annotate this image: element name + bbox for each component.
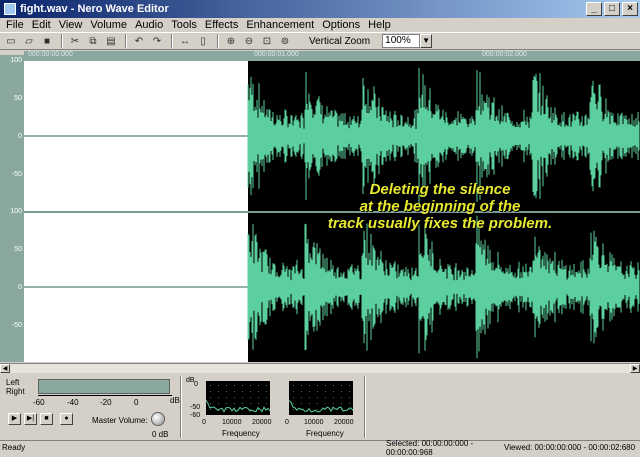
meter-scale-label: 0 [134, 398, 139, 407]
y-tick: 0 [18, 284, 22, 291]
toolbar-separator [217, 34, 219, 48]
zoom-out-icon[interactable]: ⊖ [241, 34, 257, 48]
play-icon[interactable]: ▶ [8, 413, 21, 425]
status-ready: Ready [2, 443, 26, 452]
spectrum-x-tick: 20000 [334, 419, 354, 426]
scroll-right-icon[interactable]: ▶ [630, 364, 640, 373]
play-selection-icon[interactable]: ▶| [24, 413, 37, 425]
undo-icon[interactable]: ↶ [131, 34, 147, 48]
meter-scale-label: -60 [33, 398, 45, 407]
master-volume-knob[interactable] [151, 412, 165, 426]
title-bar: fight.wav - Nero Wave Editor _ □ × [0, 0, 640, 18]
meter-scale-label: -20 [100, 398, 112, 407]
spectrum-y-tick: -50 [190, 404, 201, 411]
meter-scale-line [38, 395, 172, 397]
spectrum-x-label: Frequency [222, 429, 260, 438]
time-label: 000:00:00.000 [28, 51, 73, 58]
master-volume-value: 0 dB [152, 430, 169, 439]
menu-tools[interactable]: Tools [167, 18, 201, 32]
spectrum-x-tick: 0 [285, 419, 289, 426]
master-volume-label: Master Volume: [92, 416, 148, 425]
menu-help[interactable]: Help [364, 18, 395, 32]
y-tick: 0 [18, 133, 22, 140]
menu-audio[interactable]: Audio [131, 18, 167, 32]
panel-separator [364, 376, 366, 438]
status-viewed: Viewed: 00:00:00:000 - 00:00:02:680 [504, 443, 636, 452]
maximize-button[interactable]: □ [604, 2, 620, 16]
y-tick: 50 [14, 246, 22, 253]
spectrum-y-tick: 0 [194, 381, 198, 388]
horizontal-scrollbar[interactable]: ◀ ▶ [0, 363, 640, 373]
redo-icon[interactable]: ↷ [149, 34, 165, 48]
time-label: 000:00:02.000 [482, 51, 527, 58]
meter-scale-label: -40 [67, 398, 79, 407]
close-button[interactable]: × [622, 2, 638, 16]
y-tick: -50 [11, 322, 22, 329]
scroll-left-icon[interactable]: ◀ [0, 364, 10, 373]
panel-separator [180, 376, 182, 438]
timeline-ruler[interactable]: 000:00:00.000 000:00:01.000 000:00:02.00… [24, 51, 640, 61]
overlay-caption: Deleting the silence at the beginning of… [290, 181, 590, 232]
menu-edit[interactable]: Edit [28, 18, 55, 32]
new-file-icon[interactable]: ▭ [3, 34, 19, 48]
menu-enhancement[interactable]: Enhancement [242, 18, 318, 32]
y-tick: 100 [10, 208, 22, 215]
menu-bar: File Edit View Volume Audio Tools Effect… [0, 18, 640, 32]
menu-effects[interactable]: Effects [201, 18, 242, 32]
stop-icon[interactable]: ■ [40, 413, 53, 425]
menu-view[interactable]: View [55, 18, 87, 32]
copy-icon[interactable]: ⧉ [85, 34, 101, 48]
meter-unit-label: dB [170, 396, 180, 405]
spectrum-y-tick: -60 [190, 412, 201, 419]
zoom-all-icon[interactable]: ⊚ [277, 34, 293, 48]
paste-icon[interactable]: ▤ [103, 34, 119, 48]
minimize-button[interactable]: _ [586, 2, 602, 16]
toolbar-separator [125, 34, 127, 48]
zoom-selection-icon[interactable]: ⊡ [259, 34, 275, 48]
level-meter [38, 379, 170, 394]
chevron-down-icon[interactable]: ▼ [420, 34, 433, 48]
zoom-in-icon[interactable]: ⊕ [223, 34, 239, 48]
y-tick: -50 [11, 171, 22, 178]
open-folder-icon[interactable]: ▱ [21, 34, 37, 48]
app-icon [4, 3, 16, 15]
menu-file[interactable]: File [2, 18, 28, 32]
left-meter-label: Left [6, 378, 20, 387]
spectrum-x-tick: 0 [202, 419, 206, 426]
record-icon[interactable]: ● [60, 413, 73, 425]
spectrum-x-tick: 10000 [222, 419, 242, 426]
cut-icon[interactable]: ✂ [67, 34, 83, 48]
overlay-line: track usually fixes the problem. [327, 215, 553, 232]
spectrum-x-label: Frequency [306, 429, 344, 438]
overlay-line: Deleting the silence [369, 181, 511, 198]
spectrum-x-tick: 20000 [252, 419, 272, 426]
amplitude-axis: 100 50 0 -50 100 50 0 -50 [0, 55, 24, 362]
menu-volume[interactable]: Volume [86, 18, 131, 32]
vertical-zoom-label: Vertical Zoom [309, 35, 371, 47]
menu-options[interactable]: Options [318, 18, 364, 32]
vertical-zoom-select[interactable]: 100% [382, 34, 421, 48]
y-tick: 100 [10, 57, 22, 64]
overlay-line: at the beginning of the [359, 198, 521, 215]
select-range-icon[interactable]: ▯ [195, 34, 211, 48]
spectrum-x-tick: 10000 [304, 419, 324, 426]
fit-width-icon[interactable]: ↔ [177, 34, 193, 48]
status-bar: Ready Selected: 00:00:00:000 - 00:00:00:… [0, 439, 640, 457]
right-spectrum-display [289, 381, 353, 415]
y-tick: 50 [14, 95, 22, 102]
save-icon[interactable]: ■ [39, 34, 55, 48]
toolbar-separator [171, 34, 173, 48]
left-spectrum-display [206, 381, 270, 415]
right-meter-label: Right [6, 387, 25, 396]
toolbar-separator [61, 34, 63, 48]
window-title: fight.wav - Nero Wave Editor [20, 3, 169, 15]
transport-panel: Left Right -60 -40 -20 0 dB ▶ ▶| ■ ● Mas… [0, 374, 640, 440]
time-label: 000:00:01.000 [254, 51, 299, 58]
toolbar: ▭ ▱ ■ ✂ ⧉ ▤ ↶ ↷ ↔ ▯ ⊕ ⊖ ⊡ ⊚ Vertical Zoo… [0, 32, 640, 50]
